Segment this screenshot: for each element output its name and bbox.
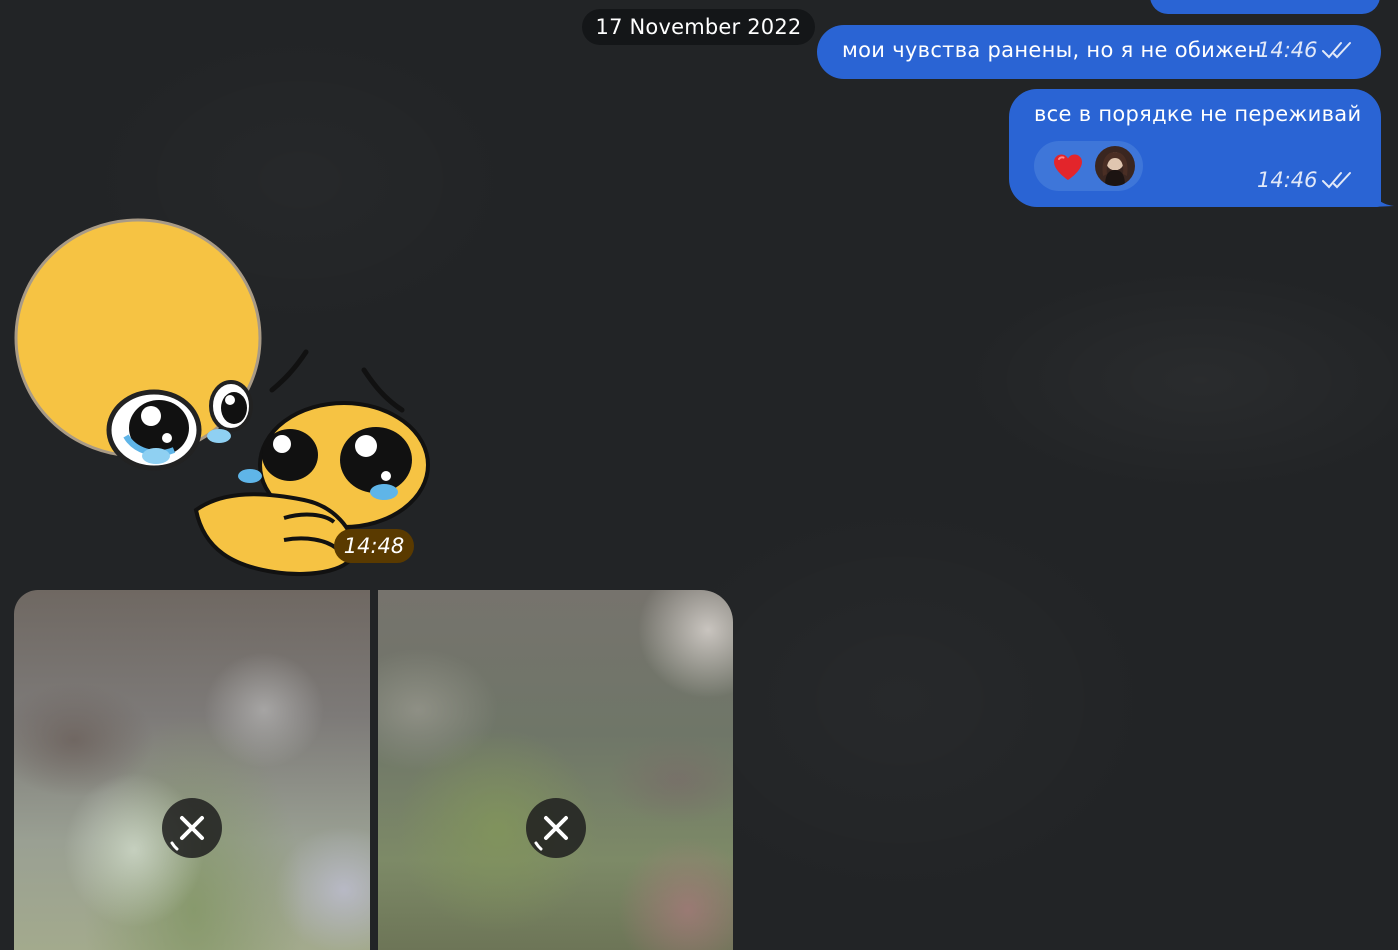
- previous-message-bubble[interactable]: [1150, 0, 1380, 14]
- media-item[interactable]: [378, 590, 733, 950]
- double-check-icon: [1321, 172, 1351, 189]
- outgoing-message[interactable]: все в порядке не переживай 14:46: [1009, 89, 1381, 207]
- media-item[interactable]: [14, 590, 370, 950]
- sticker-time: 14:48: [334, 529, 414, 563]
- cancel-download-icon[interactable]: [526, 798, 586, 858]
- crying-emoji-hug-sticker[interactable]: [14, 210, 434, 582]
- message-time: 14:46: [1257, 38, 1318, 62]
- user-avatar: [1095, 146, 1135, 186]
- date-separator: 17 November 2022: [582, 9, 815, 45]
- message-time: 14:46: [1257, 168, 1318, 192]
- red-heart-icon: [1054, 154, 1082, 180]
- double-check-icon: [1321, 42, 1351, 59]
- message-meta: 14:46: [1257, 38, 1352, 62]
- outgoing-message[interactable]: мои чувства ранены, но я не обижен 14:46: [817, 25, 1381, 79]
- message-meta: 14:46: [1257, 168, 1352, 192]
- message-text: все в порядке не переживай: [1034, 102, 1362, 126]
- bubble-tail: [1372, 186, 1394, 207]
- cancel-download-icon[interactable]: [162, 798, 222, 858]
- message-text: мои чувства ранены, но я не обижен: [842, 38, 1262, 62]
- reaction-chip[interactable]: [1034, 141, 1143, 191]
